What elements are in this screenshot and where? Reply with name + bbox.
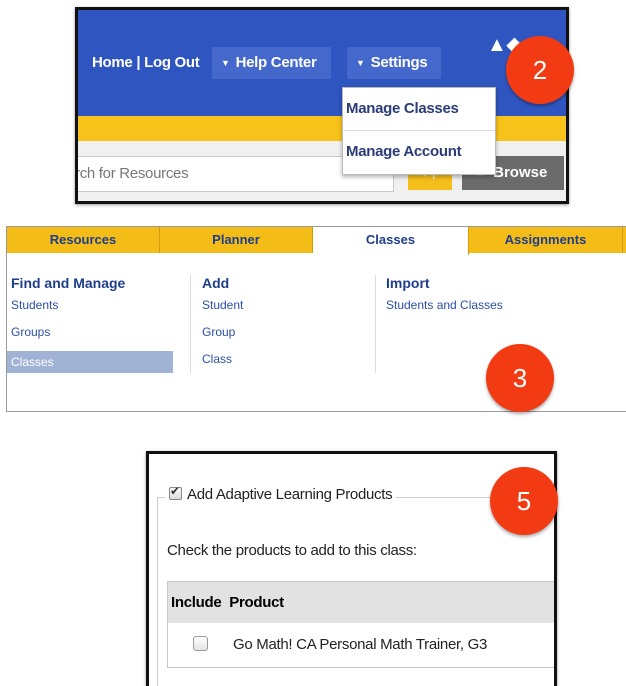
link-students[interactable]: Students [11, 297, 173, 324]
import-heading: Import [386, 275, 430, 291]
step-badge-5: 5 [490, 467, 558, 535]
tab-classes[interactable]: Classes [313, 227, 469, 255]
product-row: Go Math! CA Personal Math Trainer, G3 [167, 623, 554, 668]
caret-down-icon: ▼ [356, 58, 365, 68]
settings-menu-screenshot: ▲◆ Home | Log Out ▼ Help Center ▼ Settings… [75, 7, 569, 204]
step-badge-2: 2 [506, 36, 574, 104]
include-checkbox[interactable] [193, 636, 208, 651]
search-placeholder: rch for Resources [75, 165, 189, 182]
help-center-button[interactable]: ▼ Help Center [212, 47, 331, 79]
import-column: Import Students and Classes [386, 275, 503, 324]
product-name: Go Math! CA Personal Math Trainer, G3 [233, 636, 488, 653]
step-badge-3: 3 [486, 344, 554, 412]
col-include: Include [171, 594, 222, 611]
link-groups[interactable]: Groups [11, 324, 173, 351]
add-column: Add Student Group Class [202, 275, 243, 378]
find-manage-heading: Find and Manage [11, 275, 126, 291]
column-divider [375, 275, 376, 373]
tab-resources[interactable]: Resources [7, 227, 160, 253]
instruction-text: Check the products to add to this class: [167, 542, 417, 559]
link-import-students-classes[interactable]: Students and Classes [386, 297, 503, 324]
column-divider [190, 275, 191, 373]
caret-down-icon: ▼ [221, 58, 230, 68]
find-manage-column: Find and Manage Students Groups Classes [7, 275, 173, 373]
settings-label: Settings [370, 54, 428, 71]
browse-label: Browse [493, 164, 548, 181]
products-legend: Add Adaptive Learning Products [165, 484, 397, 503]
link-classes[interactable]: Classes [7, 351, 173, 373]
products-table-header: Include Product [167, 581, 554, 625]
tab-planner[interactable]: Planner [160, 227, 313, 253]
menu-item-manage-classes[interactable]: Manage Classes [343, 88, 495, 130]
checkbox-checked-icon[interactable] [169, 484, 182, 500]
home-logout-links[interactable]: Home | Log Out [92, 54, 200, 71]
legend-label: Add Adaptive Learning Products [187, 486, 393, 503]
settings-dropdown: Manage Classes Manage Account [342, 87, 496, 175]
settings-button[interactable]: ▼ Settings [347, 47, 441, 79]
tab-assignments[interactable]: Assignments [469, 227, 623, 253]
link-add-group[interactable]: Group [202, 324, 243, 351]
link-add-student[interactable]: Student [202, 297, 243, 324]
add-heading: Add [202, 275, 230, 291]
menu-item-manage-account[interactable]: Manage Account [343, 130, 495, 173]
help-center-label: Help Center [235, 54, 317, 71]
link-add-class[interactable]: Class [202, 351, 243, 378]
col-product: Product [229, 594, 284, 611]
